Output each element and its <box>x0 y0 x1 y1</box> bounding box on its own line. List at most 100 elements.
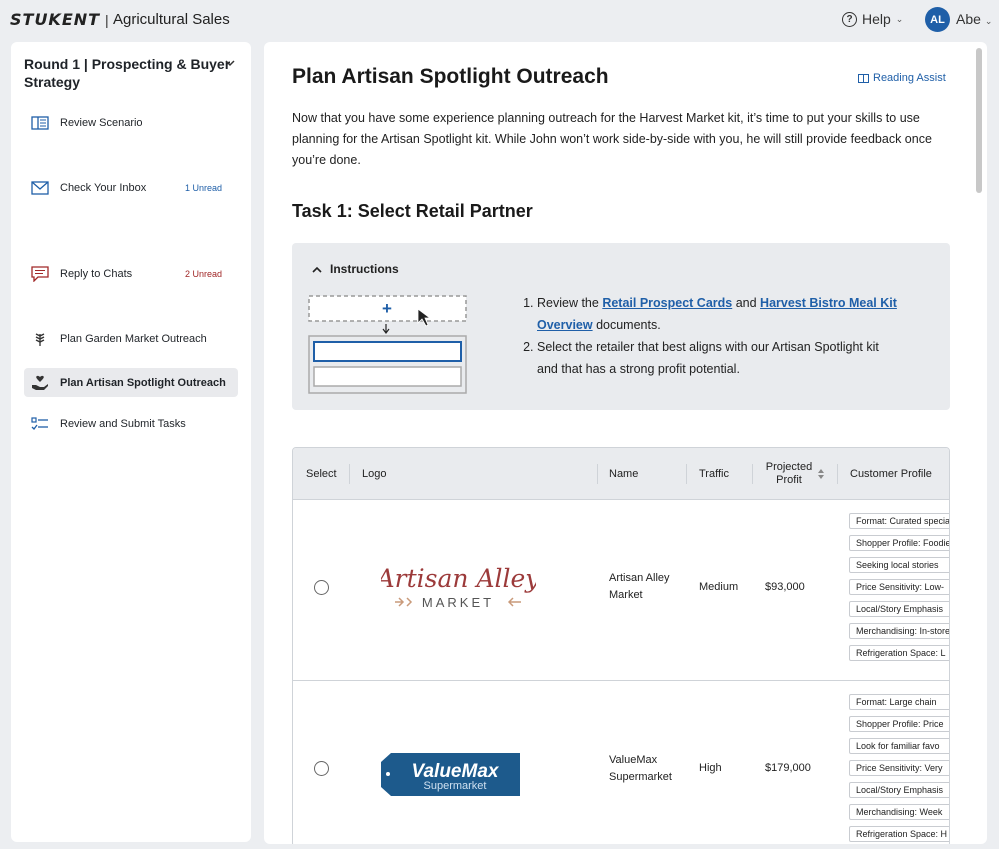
sidebar-item-reply-chats[interactable]: Reply to Chats 2 Unread <box>24 259 238 288</box>
select-illustration: + <box>308 295 467 394</box>
book-icon <box>858 73 869 83</box>
wheat-icon <box>31 332 49 346</box>
sidebar-item-check-inbox[interactable]: Check Your Inbox 1 Unread <box>24 173 238 202</box>
column-header-customer-profile: Customer Profile <box>850 467 932 480</box>
instructions-header: Instructions <box>330 262 399 276</box>
main-scrollbar[interactable] <box>976 48 982 193</box>
main-content: Plan Artisan Spotlight Outreach Reading … <box>264 42 987 844</box>
column-divider <box>837 464 838 484</box>
app-title: Agricultural Sales <box>113 11 230 28</box>
customer-profile-tag: Refrigeration Space: L <box>849 645 949 661</box>
chat-icon <box>31 265 49 282</box>
projected-profit-value: $93,000 <box>765 581 805 593</box>
customer-profile-tag: Look for familiar favo <box>849 738 949 754</box>
select-radio[interactable] <box>314 761 329 776</box>
round-title[interactable]: Round 1 | Prospecting & Buyer Strategy <box>24 55 234 91</box>
column-divider <box>349 464 350 484</box>
instructions-panel: Instructions + Review the Retail Prospec… <box>292 243 950 410</box>
chevron-down-icon: ⌄ <box>895 13 904 24</box>
customer-profile-tag: Price Sensitivity: Low- <box>849 579 949 595</box>
checklist-icon <box>31 416 49 431</box>
column-divider <box>752 464 753 484</box>
sidebar-item-review-scenario[interactable]: Review Scenario <box>24 108 238 137</box>
artisan-alley-logo: Artisan Alley MARKET <box>381 564 536 610</box>
projected-profit-value: $179,000 <box>765 762 811 774</box>
task-title: Task 1: Select Retail Partner <box>292 201 533 221</box>
instruction-text: and <box>732 296 761 310</box>
avatar[interactable]: AL <box>925 7 950 32</box>
hand-heart-icon <box>31 375 49 390</box>
instruction-text: documents. <box>592 318 661 332</box>
help-icon: ? <box>842 11 857 27</box>
sidebar-item-label: Review Scenario <box>60 116 143 129</box>
valuemax-logo: ValueMax Supermarket <box>381 753 520 796</box>
svg-text:+: + <box>382 299 392 318</box>
instruction-step: Review the Retail Prospect Cards and Har… <box>537 292 901 336</box>
customer-profile-tag: Merchandising: Week <box>849 804 949 820</box>
mail-icon <box>31 180 49 195</box>
svg-text:ValueMax: ValueMax <box>412 761 500 782</box>
page-title: Plan Artisan Spotlight Outreach <box>292 65 609 88</box>
retail-prospect-cards-link[interactable]: Retail Prospect Cards <box>602 296 732 310</box>
reading-assist-label: Reading Assist <box>873 72 946 84</box>
customer-profile-tag: Local/Story Emphasis <box>849 601 949 617</box>
unread-badge: 2 Unread <box>184 268 222 279</box>
customer-profile-tag: Seeking local stories <box>849 557 949 573</box>
svg-text:Artisan Alley: Artisan Alley <box>381 564 536 593</box>
column-header-traffic: Traffic <box>699 467 729 480</box>
column-header-projected-profit[interactable]: Projected Profit <box>763 448 815 499</box>
svg-text:MARKET: MARKET <box>422 595 494 610</box>
retailer-name: Artisan Alley Market <box>609 572 670 601</box>
customer-profile-tag: Shopper Profile: Foodies <box>849 535 949 551</box>
column-header-logo: Logo <box>362 467 387 480</box>
column-divider <box>686 464 687 484</box>
column-divider <box>597 464 598 484</box>
chevron-down-icon[interactable] <box>225 59 235 67</box>
customer-profile-tag: Format: Large chain <box>849 694 949 710</box>
sidebar-item-label: Review and Submit Tasks <box>60 417 186 430</box>
customer-profile-tag: Refrigeration Space: H <box>849 826 949 842</box>
sidebar-item-plan-garden-market[interactable]: Plan Garden Market Outreach <box>24 324 238 353</box>
svg-text:Supermarket: Supermarket <box>424 780 487 792</box>
user-menu[interactable]: Abe ⌄ <box>956 11 992 27</box>
sidebar-item-label: Plan Artisan Spotlight Outreach <box>60 376 226 389</box>
help-label: Help <box>862 11 891 27</box>
table-row[interactable]: ValueMax Supermarket ValueMax Supermarke… <box>293 680 949 844</box>
retailer-name: ValueMax Supermarket <box>609 754 672 783</box>
sort-icon[interactable] <box>817 468 825 480</box>
brand-separator: | <box>105 12 109 28</box>
reading-assist-button[interactable]: Reading Assist <box>858 72 946 84</box>
chevron-down-icon: ⌄ <box>984 16 993 26</box>
customer-profile-tag: Format: Curated specialty <box>849 513 949 529</box>
help-menu[interactable]: ? Help ⌄ <box>842 11 903 27</box>
instruction-step: Select the retailer that best aligns wit… <box>537 336 901 380</box>
instruction-text: Review the <box>537 296 603 310</box>
intro-text: Now that you have some experience planni… <box>292 111 932 167</box>
user-name: Abe <box>956 11 981 27</box>
sidebar-item-label: Check Your Inbox <box>60 181 147 194</box>
select-radio[interactable] <box>314 580 329 595</box>
customer-profile-tag: Merchandising: In-store <box>849 623 949 639</box>
sidebar-item-review-submit[interactable]: Review and Submit Tasks <box>24 409 238 438</box>
stukent-logo[interactable]: STUKENT <box>10 10 100 29</box>
sidebar-item-label: Reply to Chats <box>60 267 133 280</box>
top-bar: STUKENT | Agricultural Sales ? Help ⌄ AL… <box>0 0 999 38</box>
instructions-toggle[interactable]: Instructions <box>312 262 399 276</box>
traffic-value: High <box>699 762 722 774</box>
table-header: Select Logo Name Traffic Projected Profi… <box>293 448 949 499</box>
customer-profile-tag: Shopper Profile: Price <box>849 716 949 732</box>
table-row[interactable]: Artisan Alley MARKET Artisan Alley Marke… <box>293 499 949 680</box>
unread-badge: 1 Unread <box>184 182 222 193</box>
column-header-name: Name <box>609 467 639 480</box>
instructions-list: Review the Retail Prospect Cards and Har… <box>521 292 901 380</box>
chevron-up-icon <box>312 266 322 273</box>
customer-profile-tag: Local/Story Emphasis <box>849 782 949 798</box>
sidebar-item-label: Plan Garden Market Outreach <box>60 332 207 345</box>
book-icon <box>31 115 49 130</box>
sidebar: Round 1 | Prospecting & Buyer Strategy R… <box>11 42 251 842</box>
customer-profile-tag: Price Sensitivity: Very <box>849 760 949 776</box>
column-header-select: Select <box>306 467 337 480</box>
retail-partner-table: Select Logo Name Traffic Projected Profi… <box>292 447 950 844</box>
sidebar-item-plan-artisan-spotlight[interactable]: Plan Artisan Spotlight Outreach <box>24 368 238 397</box>
traffic-value: Medium <box>699 581 739 593</box>
